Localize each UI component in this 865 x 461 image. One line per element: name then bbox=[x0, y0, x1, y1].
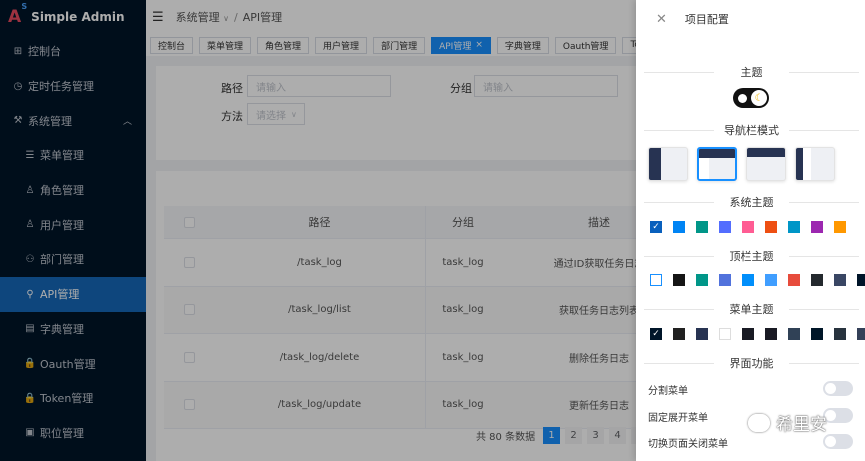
header-theme-swatch[interactable] bbox=[696, 274, 708, 286]
dark-mode-toggle[interactable]: ☾ bbox=[733, 88, 769, 108]
system-theme-swatch[interactable] bbox=[834, 221, 846, 233]
watermark-text: 希里安 bbox=[776, 415, 827, 435]
menu-theme-swatch[interactable] bbox=[673, 328, 685, 340]
sun-icon bbox=[738, 93, 747, 103]
header-theme-swatch[interactable] bbox=[788, 274, 800, 286]
nav-mode-sidebar[interactable] bbox=[648, 147, 688, 181]
header-theme-swatches bbox=[650, 274, 865, 286]
feature-label-split-menu: 分割菜单 bbox=[648, 386, 688, 397]
feature-label-fixed-expand: 固定展开菜单 bbox=[648, 413, 708, 424]
watermark: 希里安 bbox=[748, 410, 827, 435]
menu-theme-swatch[interactable]: ✓ bbox=[650, 328, 662, 340]
nav-mode-top[interactable] bbox=[746, 147, 786, 181]
wechat-icon bbox=[748, 413, 770, 432]
system-theme-swatches: ✓ bbox=[650, 221, 857, 233]
menu-theme-swatch[interactable] bbox=[696, 328, 708, 340]
header-theme-swatch[interactable] bbox=[650, 274, 662, 286]
close-icon[interactable]: ✕ bbox=[656, 12, 667, 27]
settings-drawer: ✕ 项目配置 主题 ☾ 导航栏模式 系统主题 ✓ 顶栏主题 菜单主题 ✓ 界面功… bbox=[636, 0, 865, 461]
section-title-theme: 主题 bbox=[644, 64, 859, 80]
header-theme-swatch[interactable] bbox=[857, 274, 865, 286]
system-theme-swatch[interactable] bbox=[696, 221, 708, 233]
section-title-menu-theme: 菜单主题 bbox=[644, 301, 859, 317]
close-on-switch-switch[interactable] bbox=[823, 434, 853, 449]
header-theme-swatch[interactable] bbox=[742, 274, 754, 286]
section-title-nav-mode: 导航栏模式 bbox=[644, 122, 859, 138]
menu-theme-swatch[interactable] bbox=[765, 328, 777, 340]
drawer-header: ✕ 项目配置 bbox=[636, 0, 865, 38]
system-theme-swatch[interactable] bbox=[788, 221, 800, 233]
system-theme-swatch[interactable] bbox=[719, 221, 731, 233]
system-theme-swatch[interactable] bbox=[742, 221, 754, 233]
header-theme-swatch[interactable] bbox=[673, 274, 685, 286]
menu-theme-swatch[interactable] bbox=[719, 328, 731, 340]
nav-mode-options bbox=[648, 147, 844, 181]
system-theme-swatch[interactable] bbox=[673, 221, 685, 233]
section-title-header-theme: 顶栏主题 bbox=[644, 248, 859, 264]
drawer-title: 项目配置 bbox=[684, 13, 729, 26]
split-menu-switch[interactable] bbox=[823, 381, 853, 396]
header-theme-swatch[interactable] bbox=[765, 274, 777, 286]
menu-theme-swatch[interactable] bbox=[811, 328, 823, 340]
menu-theme-swatch[interactable] bbox=[857, 328, 865, 340]
nav-mode-mix-sidebar[interactable] bbox=[795, 147, 835, 181]
system-theme-swatch[interactable] bbox=[811, 221, 823, 233]
fixed-expand-switch[interactable] bbox=[823, 408, 853, 423]
nav-mode-mix[interactable] bbox=[697, 147, 737, 181]
section-title-features: 界面功能 bbox=[644, 355, 859, 371]
header-theme-swatch[interactable] bbox=[719, 274, 731, 286]
drawer-overlay[interactable] bbox=[0, 0, 636, 461]
menu-theme-swatch[interactable] bbox=[834, 328, 846, 340]
menu-theme-swatch[interactable] bbox=[742, 328, 754, 340]
header-theme-swatch[interactable] bbox=[834, 274, 846, 286]
system-theme-swatch[interactable] bbox=[765, 221, 777, 233]
header-theme-swatch[interactable] bbox=[811, 274, 823, 286]
moon-icon: ☾ bbox=[751, 90, 767, 106]
feature-label-close-on-switch: 切换页面关闭菜单 bbox=[648, 439, 728, 450]
section-title-system-theme: 系统主题 bbox=[644, 194, 859, 210]
menu-theme-swatch[interactable] bbox=[788, 328, 800, 340]
system-theme-swatch[interactable]: ✓ bbox=[650, 221, 662, 233]
menu-theme-swatches: ✓ bbox=[650, 328, 865, 340]
